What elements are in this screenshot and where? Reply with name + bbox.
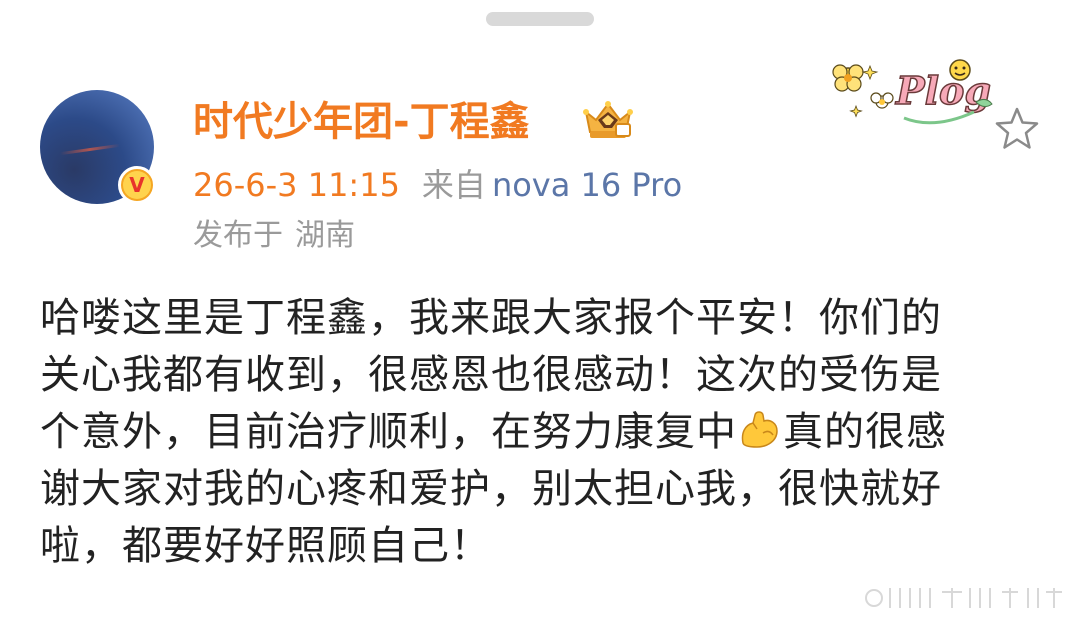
post-body-line: 关心我都有收到，很感恩也很感动！这次的受伤是 — [40, 352, 942, 398]
watermark-logo — [865, 588, 1062, 608]
post-body-line: 谢大家对我的心疼和爱护，别太担心我，很快就好 — [40, 466, 942, 512]
post-body-segment: 个意外，目前治疗顺利，在努力康复中 — [40, 409, 737, 455]
star-outline-icon[interactable] — [992, 104, 1042, 154]
verified-icon: V — [118, 166, 156, 204]
post-location: 发布于 湖南 — [193, 216, 355, 256]
post-body-line: 啦，都要好好照顾自己！ — [40, 523, 491, 569]
source-label: 来自 — [421, 166, 486, 204]
plog-sticker-text: Plog — [895, 68, 991, 113]
author-name[interactable]: 时代少年团-丁程鑫 — [193, 96, 530, 148]
device-link[interactable]: nova 16 Pro — [492, 166, 682, 204]
post-body: 哈喽这里是丁程鑫，我来跟大家报个平安！你们的 关心我都有收到，很感恩也很感动！这… — [40, 290, 1050, 575]
plog-sticker: Plog — [832, 59, 993, 125]
post-body-segment: 真的很感 — [783, 409, 947, 455]
flexed-biceps-emoji-icon — [741, 411, 778, 448]
drag-handle[interactable] — [486, 12, 594, 26]
post-body-line-with-emoji: 个意外，目前治疗顺利，在努力康复中 真的很感 — [40, 404, 1050, 461]
post-card: V 时代少年团-丁程鑫 26-6-3 11:15 来自 nova 16 Pro 发布… — [0, 0, 1080, 621]
avatar-light-streak — [60, 143, 120, 156]
post-body-line: 哈喽这里是丁程鑫，我来跟大家报个平安！你们的 — [40, 295, 942, 341]
post-meta: 26-6-3 11:15 来自 nova 16 Pro — [193, 164, 682, 206]
location-label: 发布于 — [193, 218, 283, 253]
crown-badge-icon[interactable] — [582, 98, 634, 142]
location-value: 湖南 — [295, 218, 355, 253]
post-time: 26-6-3 11:15 — [193, 166, 400, 204]
